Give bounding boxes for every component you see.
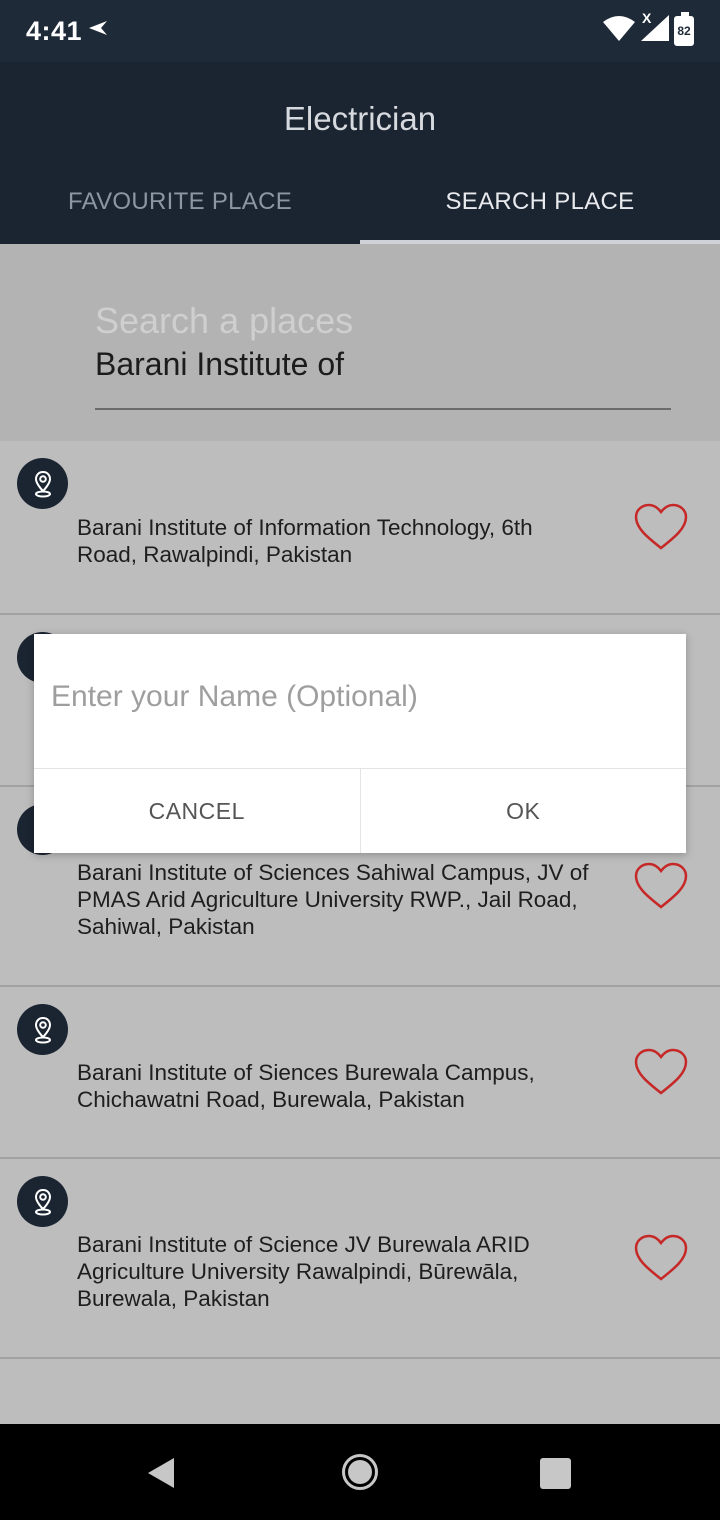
search-area: Search a places (0, 244, 720, 441)
no-data-badge: X (642, 10, 652, 26)
place-address: Barani Institute of Information Technolo… (77, 515, 533, 567)
heart-outline-icon[interactable] (633, 502, 689, 552)
cellular-signal-icon: X (640, 10, 670, 47)
list-item[interactable]: Barani Institute of Siences Burewala Cam… (0, 987, 720, 1159)
heart-outline-icon[interactable] (633, 1233, 689, 1283)
name-dialog: CANCEL OK (34, 634, 686, 853)
search-underline (95, 408, 671, 410)
status-bar: 4:41 X 82 (0, 0, 720, 62)
tab-search-place[interactable]: SEARCH PLACE (360, 172, 720, 244)
navigation-arrow-icon (88, 20, 108, 41)
location-pin-icon (17, 1004, 68, 1055)
name-input[interactable] (51, 680, 651, 714)
back-icon[interactable] (146, 1456, 176, 1495)
system-nav-bar (0, 1424, 720, 1520)
place-address: Barani Institute of Science JV Burewala … (77, 1232, 530, 1311)
search-input[interactable] (95, 346, 671, 383)
cancel-button[interactable]: CANCEL (34, 769, 360, 853)
dialog-buttons: CANCEL OK (34, 768, 686, 853)
tab-favourite-place[interactable]: FAVOURITE PLACE (0, 172, 360, 244)
list-item[interactable]: Barani Institute of Information Technolo… (0, 441, 720, 615)
location-pin-icon (17, 1176, 68, 1227)
location-pin-icon (17, 458, 68, 509)
ok-button[interactable]: OK (359, 769, 687, 853)
tab-bar: FAVOURITE PLACE SEARCH PLACE (0, 172, 720, 244)
list-item[interactable]: Barani Institute of Science JV Burewala … (0, 1159, 720, 1359)
place-address: Barani Institute of Sciences Sahiwal Cam… (77, 860, 589, 939)
page-title: Electrician (283, 100, 437, 137)
status-time: 4:41 (26, 16, 83, 46)
app-bar: Electrician FAVOURITE PLACE SEARCH PLACE (0, 62, 720, 244)
place-address: Barani Institute of Siences Burewala Cam… (77, 1060, 535, 1112)
recent-apps-icon[interactable] (540, 1458, 571, 1489)
battery-icon: 82 (674, 11, 694, 46)
status-icons: X 82 (602, 10, 694, 47)
home-icon[interactable] (342, 1454, 378, 1490)
heart-outline-icon[interactable] (633, 861, 689, 911)
search-hint-label: Search a places (95, 300, 354, 341)
wifi-icon (602, 14, 636, 47)
heart-outline-icon[interactable] (633, 1047, 689, 1097)
